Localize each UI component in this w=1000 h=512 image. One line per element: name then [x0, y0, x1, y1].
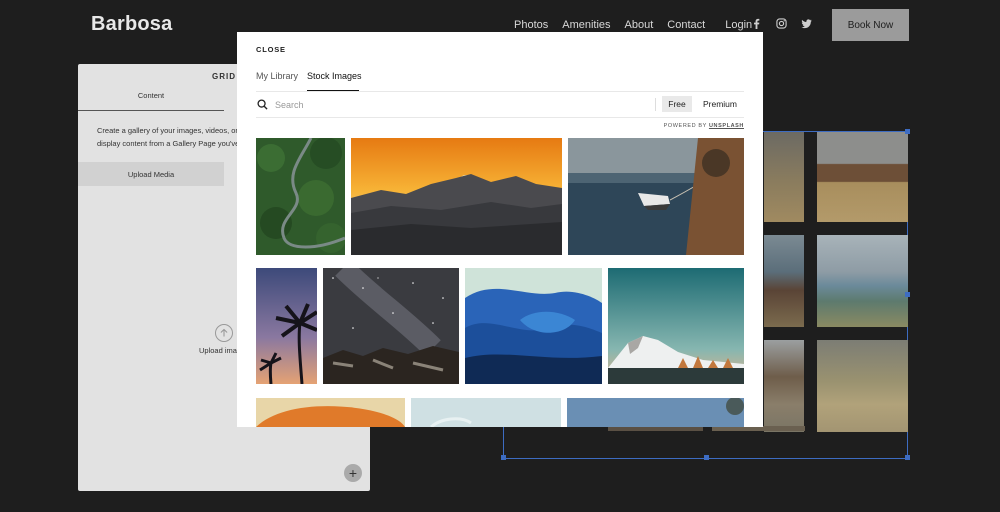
- gallery-tile: [764, 132, 804, 222]
- stock-image-pale-blue[interactable]: [411, 398, 561, 427]
- nav-about[interactable]: About: [625, 19, 654, 31]
- stock-image-modal: CLOSE My Library Stock Images Free Premi…: [237, 32, 763, 427]
- stock-image-blue-waves[interactable]: [465, 268, 602, 384]
- facebook-icon[interactable]: [751, 18, 762, 29]
- stock-image-blue-sky[interactable]: [567, 398, 744, 427]
- tab-content[interactable]: Content: [78, 91, 224, 111]
- nav-login[interactable]: Login: [725, 19, 752, 31]
- tab-stock-images[interactable]: Stock Images: [307, 71, 362, 81]
- book-now-button[interactable]: Book Now: [832, 9, 909, 41]
- panel-description: Create a gallery of your images, videos,…: [97, 126, 240, 148]
- divider: [256, 91, 744, 92]
- stock-image-forest-road[interactable]: [256, 138, 345, 255]
- divider: [256, 117, 744, 118]
- resize-handle[interactable]: [905, 455, 910, 460]
- resize-handle[interactable]: [501, 455, 506, 460]
- add-icon[interactable]: +: [344, 464, 362, 482]
- nav-photos[interactable]: Photos: [514, 19, 548, 31]
- gallery-tile: [764, 235, 804, 327]
- upload-images-label: Upload ima: [199, 346, 237, 355]
- powered-by-label: POWERED BY: [663, 123, 707, 129]
- gallery-tile: [764, 340, 804, 432]
- instagram-icon[interactable]: [776, 18, 787, 29]
- powered-by-unsplash[interactable]: POWERED BY UNSPLASH: [664, 123, 744, 129]
- twitter-icon[interactable]: [801, 18, 812, 29]
- stock-image-mountain-sunset[interactable]: [351, 138, 562, 255]
- filter-free[interactable]: Free: [662, 96, 692, 112]
- site-nav: Photos Amenities About Contact Login: [514, 19, 766, 31]
- stock-image-snowy-mountain[interactable]: [608, 268, 744, 384]
- resize-handle[interactable]: [905, 292, 910, 297]
- resize-handle[interactable]: [905, 129, 910, 134]
- divider: [655, 98, 656, 111]
- tab-my-library[interactable]: My Library: [256, 71, 298, 81]
- resize-handle[interactable]: [704, 455, 709, 460]
- stock-image-palm-tree[interactable]: [256, 268, 317, 384]
- filter-premium[interactable]: Premium: [699, 96, 741, 112]
- site-brand[interactable]: Barbosa: [91, 13, 172, 36]
- search-input[interactable]: [275, 96, 635, 113]
- stock-image-orange-abstract[interactable]: [256, 398, 405, 427]
- gallery-tile: [817, 132, 908, 222]
- search-icon: [257, 99, 268, 110]
- stock-image-milky-way[interactable]: [323, 268, 459, 384]
- stock-image-boat-sea[interactable]: [568, 138, 744, 255]
- nav-contact[interactable]: Contact: [667, 19, 705, 31]
- upload-media-button[interactable]: Upload Media: [78, 162, 224, 186]
- upload-arrow-icon[interactable]: [215, 324, 233, 342]
- gallery-tile: [817, 340, 908, 432]
- unsplash-link[interactable]: UNSPLASH: [709, 123, 744, 129]
- nav-amenities[interactable]: Amenities: [562, 19, 610, 31]
- gallery-tile: [817, 235, 908, 327]
- close-button[interactable]: CLOSE: [256, 45, 286, 54]
- social-links: [751, 18, 812, 29]
